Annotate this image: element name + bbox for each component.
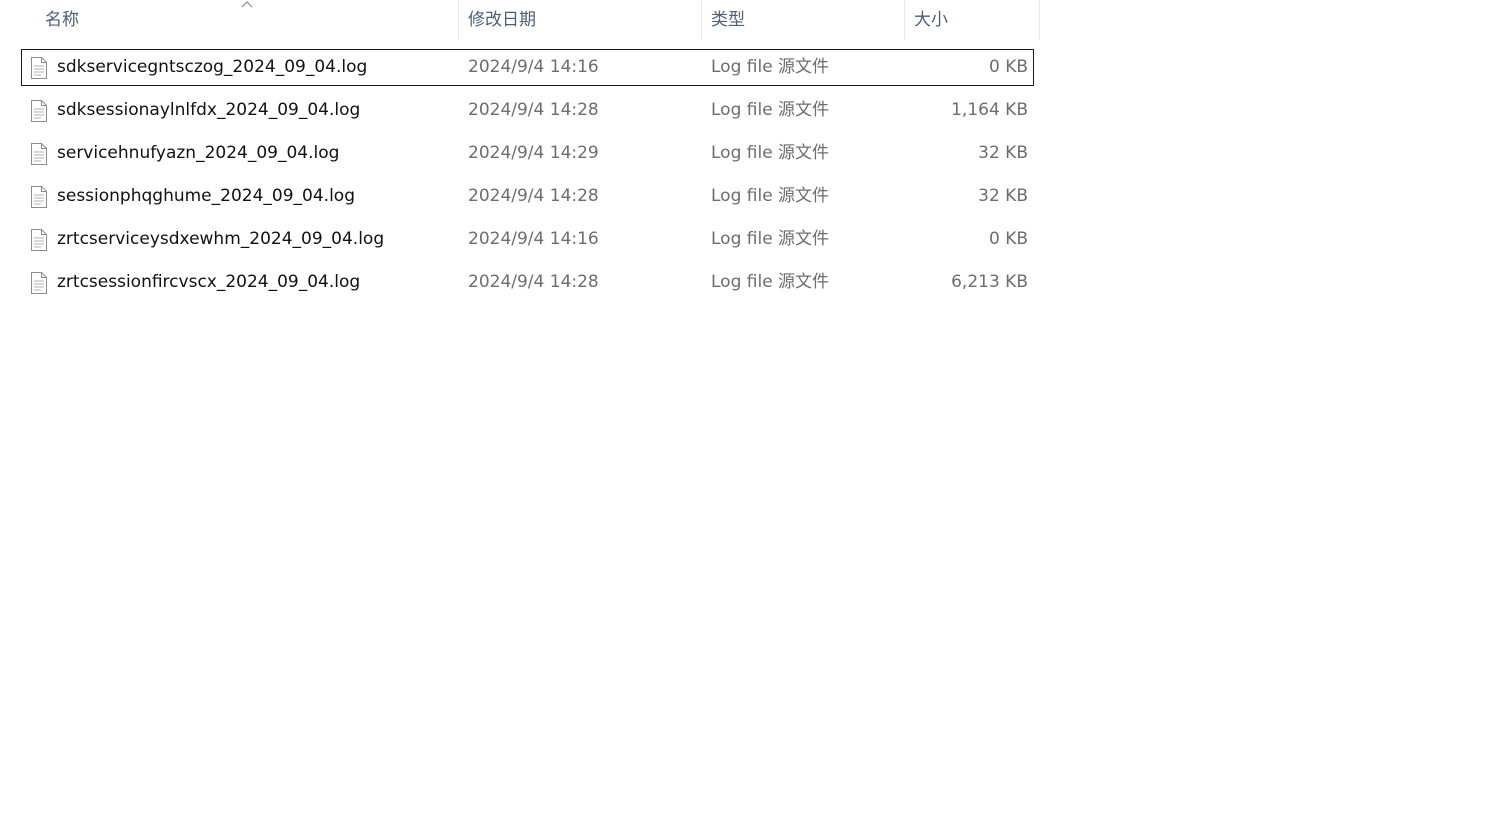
file-date: 2024/9/4 14:28 — [468, 186, 599, 206]
file-size: 0 KB — [988, 57, 1028, 77]
file-row[interactable]: servicehnufyazn_2024_09_04.log 2024/9/4 … — [21, 135, 1034, 172]
file-size: 32 KB — [978, 143, 1028, 163]
file-name: sdksessionaylnlfdx_2024_09_04.log — [57, 100, 361, 120]
file-name: zrtcsessionfircvscx_2024_09_04.log — [57, 272, 361, 292]
file-date: 2024/9/4 14:28 — [468, 100, 599, 120]
file-type: Log file 源文件 — [711, 57, 830, 77]
column-header-bar: 名称 修改日期 类型 大小 — [0, 0, 1040, 40]
file-list: sdkservicegntsczog_2024_09_04.log 2024/9… — [21, 49, 1034, 307]
column-header-size[interactable]: 大小 — [904, 0, 1040, 40]
file-date: 2024/9/4 14:16 — [468, 229, 599, 249]
file-type: Log file 源文件 — [711, 143, 830, 163]
file-icon — [31, 272, 47, 294]
file-type: Log file 源文件 — [711, 100, 830, 120]
column-header-type[interactable]: 类型 — [701, 0, 904, 40]
file-name: servicehnufyazn_2024_09_04.log — [57, 143, 340, 163]
file-row[interactable]: sdkservicegntsczog_2024_09_04.log 2024/9… — [21, 49, 1034, 86]
file-size: 6,213 KB — [951, 272, 1028, 292]
column-header-name[interactable]: 名称 — [0, 0, 458, 40]
file-row[interactable]: sdksessionaylnlfdx_2024_09_04.log 2024/9… — [21, 92, 1034, 129]
file-size: 0 KB — [988, 229, 1028, 249]
file-size: 32 KB — [978, 186, 1028, 206]
file-icon — [31, 186, 47, 208]
file-date: 2024/9/4 14:28 — [468, 272, 599, 292]
chevron-up-icon — [241, 1, 253, 8]
file-icon — [31, 57, 47, 79]
file-name: zrtcserviceysdxewhm_2024_09_04.log — [57, 229, 385, 249]
file-date: 2024/9/4 14:16 — [468, 57, 599, 77]
column-header-date[interactable]: 修改日期 — [458, 0, 701, 40]
file-icon — [31, 143, 47, 165]
file-row[interactable]: sessionphqghume_2024_09_04.log 2024/9/4 … — [21, 178, 1034, 215]
file-size: 1,164 KB — [951, 100, 1028, 120]
file-name: sessionphqghume_2024_09_04.log — [57, 186, 355, 206]
file-icon — [31, 100, 47, 122]
file-name: sdkservicegntsczog_2024_09_04.log — [57, 57, 368, 77]
file-date: 2024/9/4 14:29 — [468, 143, 599, 163]
file-type: Log file 源文件 — [711, 229, 830, 249]
file-type: Log file 源文件 — [711, 272, 830, 292]
file-type: Log file 源文件 — [711, 186, 830, 206]
file-row[interactable]: zrtcserviceysdxewhm_2024_09_04.log 2024/… — [21, 221, 1034, 258]
file-row[interactable]: zrtcsessionfircvscx_2024_09_04.log 2024/… — [21, 264, 1034, 301]
column-divider[interactable] — [1039, 0, 1040, 40]
file-icon — [31, 229, 47, 251]
